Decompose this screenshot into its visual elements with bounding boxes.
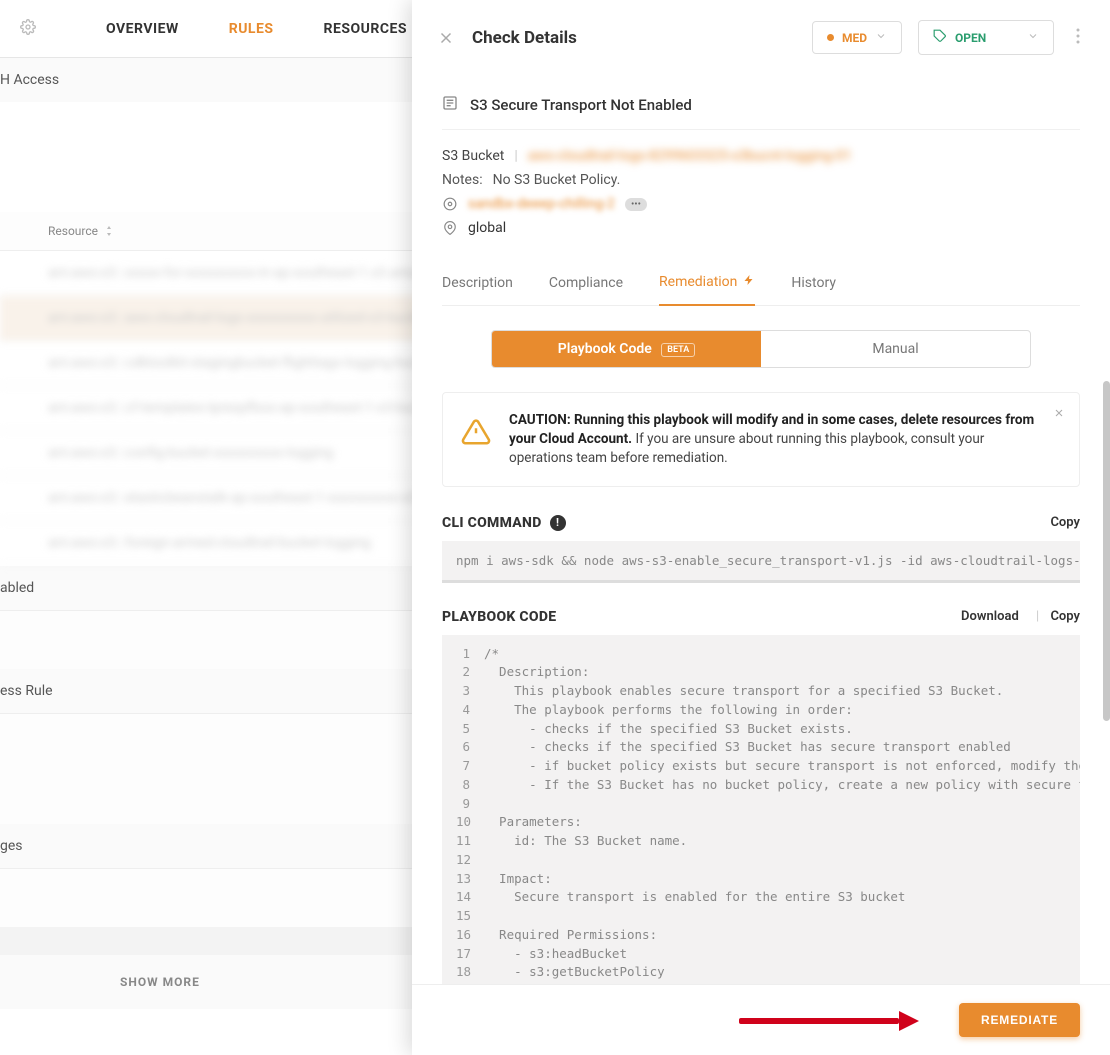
close-icon[interactable] bbox=[1053, 407, 1065, 423]
tab-history[interactable]: History bbox=[791, 264, 836, 305]
caution-banner: CAUTION: Running this playbook will modi… bbox=[442, 392, 1080, 487]
code-line: 7 - if bucket policy exists but secure t… bbox=[456, 757, 1066, 776]
caution-text: CAUTION: Running this playbook will modi… bbox=[509, 411, 1035, 468]
rule-name: S3 Secure Transport Not Enabled bbox=[470, 96, 692, 114]
region-icon bbox=[442, 221, 458, 235]
annotation-arrow bbox=[739, 1013, 919, 1029]
account-name[interactable]: sandbx-deeep-chilling-2 bbox=[468, 196, 615, 212]
panel-footer: REMEDIATE bbox=[412, 984, 1110, 1055]
cli-command-code[interactable]: npm i aws-sdk && node aws-s3-enable_secu… bbox=[442, 541, 1080, 583]
rule-name-row: S3 Secure Transport Not Enabled bbox=[442, 75, 1080, 130]
code-line: 17 - s3:headBucket bbox=[456, 945, 1066, 964]
code-line: 13 Impact: bbox=[456, 870, 1066, 889]
gear-icon[interactable] bbox=[20, 19, 36, 39]
tab-overview[interactable]: OVERVIEW bbox=[106, 21, 179, 37]
status-label: OPEN bbox=[955, 31, 986, 45]
severity-label: MED bbox=[842, 31, 867, 45]
tab-remediation[interactable]: Remediation bbox=[659, 264, 755, 306]
rule-icon bbox=[442, 95, 458, 115]
download-code-button[interactable]: Download bbox=[961, 609, 1019, 624]
close-icon[interactable] bbox=[436, 28, 456, 48]
panel-title: Check Details bbox=[472, 28, 796, 48]
status-pill[interactable]: OPEN bbox=[918, 20, 1054, 55]
check-details-panel: Check Details MED OPEN S3 Secure T bbox=[412, 0, 1110, 1055]
code-line: 15 bbox=[456, 907, 1066, 926]
remediate-button[interactable]: REMEDIATE bbox=[959, 1003, 1080, 1037]
chevron-down-icon bbox=[1027, 30, 1039, 45]
info-icon[interactable]: ! bbox=[550, 515, 566, 531]
resource-meta: S3 Bucket | aws-cloudtrail-logs-82996033… bbox=[442, 130, 1080, 250]
account-icon bbox=[442, 197, 458, 211]
detail-tabs: Description Compliance Remediation Histo… bbox=[442, 264, 1080, 306]
segment-manual[interactable]: Manual bbox=[761, 331, 1030, 367]
copy-code-button[interactable]: Copy bbox=[1050, 609, 1080, 624]
code-line: 16 Required Permissions: bbox=[456, 926, 1066, 945]
divider: | bbox=[514, 148, 517, 164]
bolt-icon bbox=[743, 274, 755, 290]
code-line: 4 The playbook performs the following in… bbox=[456, 701, 1066, 720]
code-line: 6 - checks if the specified S3 Bucket ha… bbox=[456, 738, 1066, 757]
code-line: 3 This playbook enables secure transport… bbox=[456, 682, 1066, 701]
remediation-mode-segment: Playbook Code BETA Manual bbox=[491, 330, 1031, 368]
severity-dot-icon bbox=[827, 34, 834, 41]
chevron-down-icon bbox=[875, 30, 887, 45]
notes-label: Notes: bbox=[442, 172, 483, 188]
region-value: global bbox=[468, 220, 506, 236]
scrollbar-thumb[interactable] bbox=[1103, 381, 1110, 721]
playbook-code-label: PLAYBOOK CODE bbox=[442, 609, 556, 625]
more-options-icon[interactable] bbox=[1070, 28, 1086, 48]
code-line: 18 - s3:getBucketPolicy bbox=[456, 963, 1066, 982]
tab-resources[interactable]: RESOURCES bbox=[324, 21, 407, 37]
notes-value: No S3 Bucket Policy. bbox=[493, 172, 621, 188]
code-line: 12 bbox=[456, 851, 1066, 870]
beta-badge: BETA bbox=[661, 343, 695, 357]
resource-type: S3 Bucket bbox=[442, 148, 504, 164]
severity-pill[interactable]: MED bbox=[812, 21, 902, 54]
code-line: 9 bbox=[456, 795, 1066, 814]
resource-name-link[interactable]: aws-cloudtrail-logs-8299603325-s3bucnt-l… bbox=[528, 148, 852, 164]
code-line: 11 id: The S3 Bucket name. bbox=[456, 832, 1066, 851]
warning-icon bbox=[461, 417, 491, 468]
cli-command-label: CLI COMMAND ! bbox=[442, 515, 566, 531]
code-line: 14 Secure transport is enabled for the e… bbox=[456, 888, 1066, 907]
copy-cli-button[interactable]: Copy bbox=[1050, 515, 1080, 530]
more-pill[interactable]: ••• bbox=[625, 198, 647, 211]
playbook-code-block[interactable]: 1/*2 Description:3 This playbook enables… bbox=[442, 635, 1080, 984]
tab-rules[interactable]: RULES bbox=[229, 21, 274, 37]
code-line: 5 - checks if the specified S3 Bucket ex… bbox=[456, 720, 1066, 739]
code-line: 2 Description: bbox=[456, 663, 1066, 682]
code-line: 10 Parameters: bbox=[456, 813, 1066, 832]
segment-playbook-code[interactable]: Playbook Code BETA bbox=[492, 331, 761, 367]
remediation-body: Playbook Code BETA Manual CAUTION: Runni… bbox=[442, 306, 1080, 984]
code-line: 8 - If the S3 Bucket has no bucket polic… bbox=[456, 776, 1066, 795]
tab-description[interactable]: Description bbox=[442, 264, 513, 305]
code-line: 1/* bbox=[456, 645, 1066, 664]
tag-icon bbox=[933, 29, 947, 46]
panel-header: Check Details MED OPEN bbox=[412, 0, 1110, 75]
tab-compliance[interactable]: Compliance bbox=[549, 264, 623, 305]
